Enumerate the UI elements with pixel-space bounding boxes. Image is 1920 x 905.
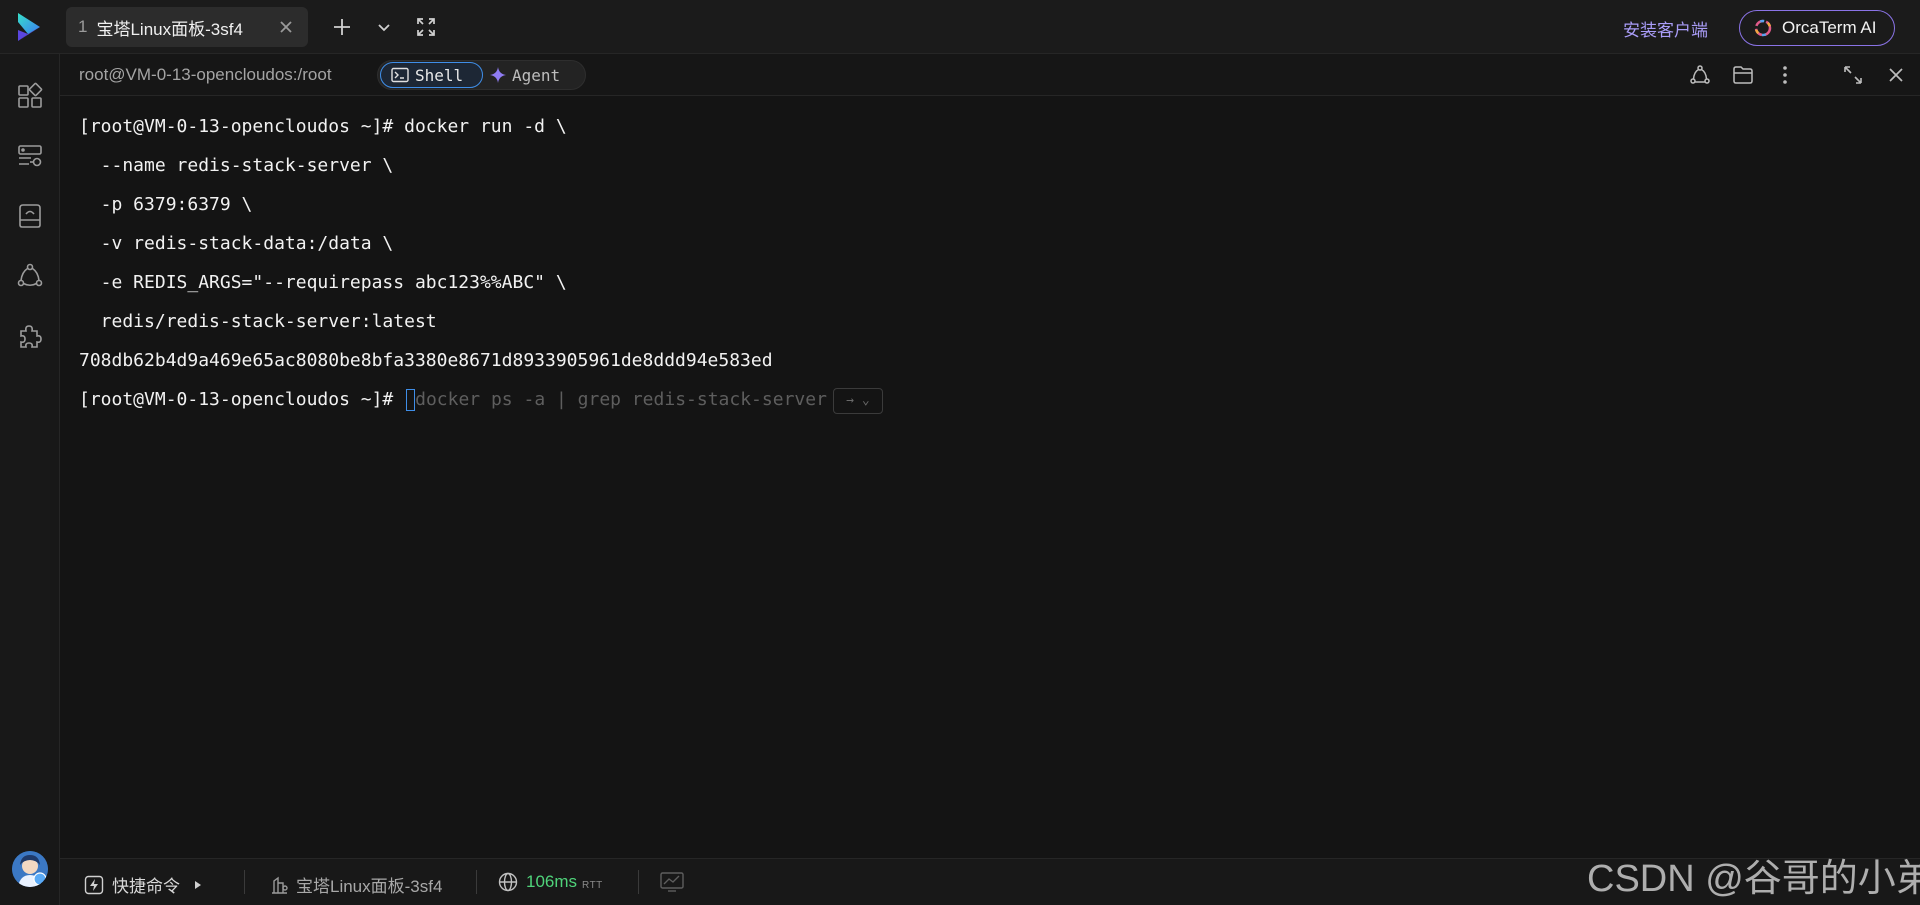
divider bbox=[476, 870, 477, 894]
lightning-icon bbox=[84, 875, 104, 895]
terminal-line: -v redis-stack-data:/data \ bbox=[79, 233, 394, 254]
quick-commands-button[interactable]: 快捷命令 bbox=[84, 872, 202, 897]
terminal-line: [root@VM-0-13-opencloudos ~]# docker run… bbox=[79, 116, 567, 137]
terminal-line: -p 6379:6379 \ bbox=[79, 194, 253, 215]
terminal-line: redis/redis-stack-server:latest bbox=[79, 311, 437, 332]
latency-value: 106ms bbox=[526, 872, 578, 891]
session-path: root@VM-0-13-opencloudos:/root bbox=[79, 65, 332, 84]
folder-icon[interactable] bbox=[1732, 64, 1754, 86]
mode-agent-button[interactable]: Agent bbox=[490, 62, 560, 88]
monitor-button[interactable] bbox=[660, 872, 684, 892]
terminal-line: --name redis-stack-server \ bbox=[79, 155, 394, 176]
quick-commands-label: 快捷命令 bbox=[112, 877, 180, 896]
mode-agent-label: Agent bbox=[512, 65, 561, 85]
app-logo-icon[interactable] bbox=[14, 10, 46, 44]
plus-icon[interactable] bbox=[332, 17, 352, 37]
terminal-icon bbox=[391, 67, 409, 83]
left-sidebar bbox=[0, 54, 60, 905]
orcaterm-ai-icon bbox=[1752, 17, 1774, 39]
terminal-prompt-line: [root@VM-0-13-opencloudos ~]# docker ps … bbox=[79, 388, 883, 414]
more-icon[interactable] bbox=[1774, 64, 1796, 86]
accept-suggestion-button[interactable]: → ⌄ bbox=[832, 388, 883, 414]
watermark: CSDN @谷哥的小弟 bbox=[1587, 858, 1920, 900]
server-indicator[interactable]: 宝塔Linux面板-3sf4 bbox=[270, 872, 442, 897]
globe-icon bbox=[498, 872, 518, 892]
terminal-line: -e REDIS_ARGS="--requirepass abc123%%ABC… bbox=[79, 272, 567, 293]
mode-toggle: Shell Agent bbox=[377, 60, 586, 90]
server-icon bbox=[270, 875, 290, 895]
install-client-link[interactable]: 安装客户端 bbox=[1623, 16, 1708, 41]
close-icon[interactable] bbox=[1885, 64, 1907, 86]
top-bar: 1 宝塔Linux面板-3sf4 安装客户端 OrcaTerm AI bbox=[0, 0, 1920, 54]
fullscreen-icon[interactable] bbox=[416, 17, 436, 37]
command-suggestion: docker ps -a | grep redis-stack-server bbox=[415, 389, 827, 410]
network-icon[interactable] bbox=[16, 262, 44, 290]
tab-index: 1 bbox=[78, 17, 88, 36]
divider bbox=[638, 870, 639, 894]
divider bbox=[244, 870, 245, 894]
terminal-line: 708db62b4d9a469e65ac8080be8bfa3380e8671d… bbox=[79, 350, 773, 371]
expand-icon[interactable] bbox=[1842, 64, 1864, 86]
chevron-down-icon[interactable] bbox=[374, 17, 394, 37]
server-list-icon[interactable] bbox=[16, 142, 44, 170]
server-name: 宝塔Linux面板-3sf4 bbox=[296, 877, 443, 896]
caret-right-icon bbox=[194, 880, 202, 890]
mode-shell-label: Shell bbox=[415, 65, 464, 85]
close-icon[interactable] bbox=[278, 19, 294, 35]
dashboard-icon[interactable] bbox=[16, 82, 44, 110]
extension-icon[interactable] bbox=[16, 322, 44, 350]
orcaterm-ai-button[interactable]: OrcaTerm AI bbox=[1739, 10, 1895, 46]
session-bar: root@VM-0-13-opencloudos:/root Shell Age… bbox=[60, 54, 1920, 96]
terminal-prompt: [root@VM-0-13-opencloudos ~]# bbox=[79, 389, 405, 410]
session-tab[interactable]: 1 宝塔Linux面板-3sf4 bbox=[66, 7, 308, 47]
orcaterm-ai-label: OrcaTerm AI bbox=[1782, 18, 1877, 37]
tab-title: 宝塔Linux面板-3sf4 bbox=[96, 19, 243, 39]
avatar[interactable] bbox=[12, 851, 48, 887]
share-icon[interactable] bbox=[1689, 64, 1711, 86]
latency-indicator[interactable]: 106ms RTT bbox=[498, 872, 603, 892]
monitor-chart-icon bbox=[660, 872, 684, 892]
sparkle-icon bbox=[490, 67, 506, 83]
storage-icon[interactable] bbox=[16, 202, 44, 230]
terminal-output[interactable]: [root@VM-0-13-opencloudos ~]# docker run… bbox=[60, 96, 1920, 858]
terminal-cursor bbox=[406, 389, 416, 411]
mode-shell-button[interactable]: Shell bbox=[380, 62, 483, 88]
latency-unit: RTT bbox=[582, 879, 603, 891]
